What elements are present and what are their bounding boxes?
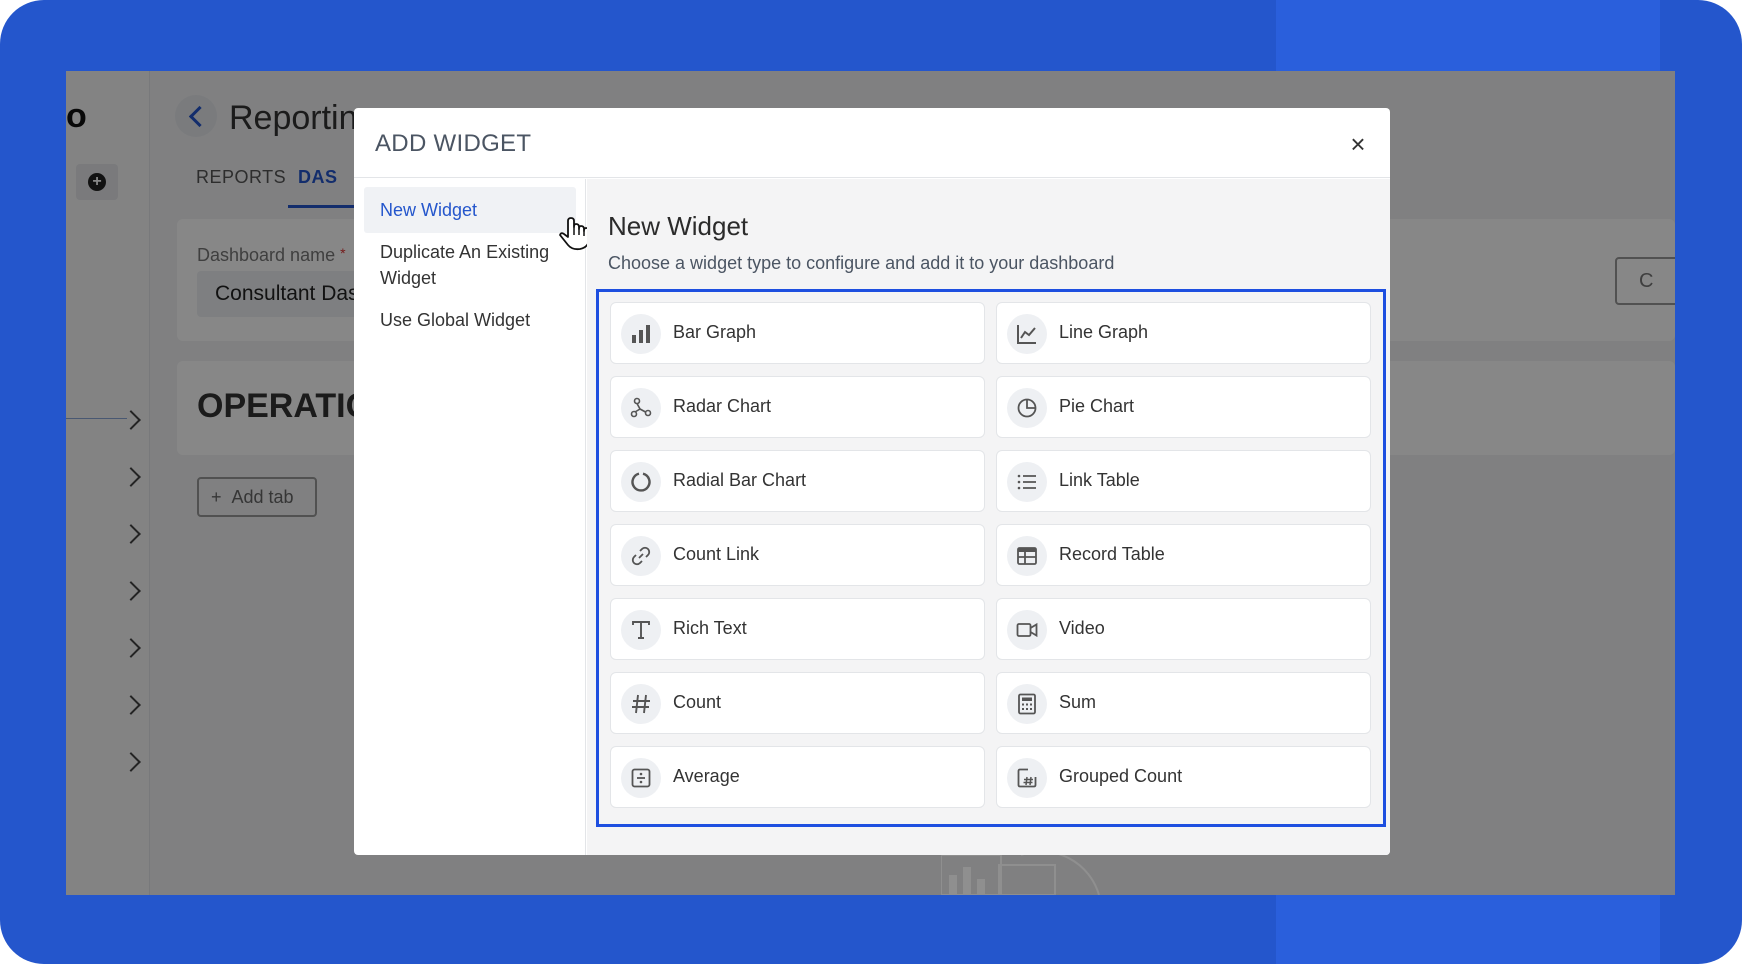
video-icon (1007, 610, 1047, 650)
pie-chart-icon (1007, 388, 1047, 428)
add-widget-modal: ADD WIDGET × New Widget Duplicate An Exi… (354, 108, 1390, 855)
nav-item-duplicate-widget[interactable]: Duplicate An Existing Widget (364, 229, 576, 301)
table-icon (1007, 536, 1047, 576)
widget-pie-chart[interactable]: Pie Chart (996, 376, 1371, 438)
widget-count[interactable]: Count (610, 672, 985, 734)
widget-label: Line Graph (1059, 322, 1149, 342)
widget-label: Video (1059, 618, 1105, 638)
widget-label: Average (673, 766, 740, 786)
widget-sum[interactable]: Sum (996, 672, 1371, 734)
widget-label: Count Link (673, 544, 760, 564)
close-icon[interactable]: × (1344, 130, 1372, 158)
content-subtitle: Choose a widget type to configure and ad… (608, 253, 1115, 273)
modal-content: New Widget Choose a widget type to confi… (587, 179, 1390, 855)
widget-label: Rich Text (673, 618, 747, 638)
list-icon (1007, 462, 1047, 502)
bar-graph-icon (621, 314, 661, 354)
widget-label: Bar Graph (673, 322, 757, 342)
modal-header: ADD WIDGET × (354, 108, 1390, 178)
widget-label: Radial Bar Chart (673, 470, 807, 490)
grouped-count-icon (1007, 758, 1047, 798)
illustration-icon (941, 855, 1100, 895)
widget-link-table[interactable]: Link Table (996, 450, 1371, 512)
widget-line-graph[interactable]: Line Graph (996, 302, 1371, 364)
widget-count-link[interactable]: Count Link (610, 524, 985, 586)
widget-rich-text[interactable]: Rich Text (610, 598, 985, 660)
widget-radial-bar-chart[interactable]: Radial Bar Chart (610, 450, 985, 512)
line-graph-icon (1007, 314, 1047, 354)
content-title: New Widget (608, 211, 749, 241)
radar-chart-icon (621, 388, 661, 428)
widget-label: Count (673, 692, 722, 712)
nav-item-global-widget[interactable]: Use Global Widget (364, 297, 576, 343)
presentation-frame: o + Reportin REPORTS DAS Dashboard name … (0, 0, 1742, 964)
link-icon (621, 536, 661, 576)
widget-bar-graph[interactable]: Bar Graph (610, 302, 985, 364)
widget-record-table[interactable]: Record Table (996, 524, 1371, 586)
widget-video[interactable]: Video (996, 598, 1371, 660)
hash-icon (621, 684, 661, 724)
radial-bar-icon (621, 462, 661, 502)
widget-average[interactable]: Average (610, 746, 985, 808)
widget-label: Pie Chart (1059, 396, 1135, 416)
widget-label: Record Table (1059, 544, 1165, 564)
widget-grouped-count[interactable]: Grouped Count (996, 746, 1371, 808)
calculator-icon (1007, 684, 1047, 724)
widget-label: Radar Chart (673, 396, 772, 416)
modal-nav: New Widget Duplicate An Existing Widget … (354, 179, 590, 855)
widget-label: Sum (1059, 692, 1097, 712)
average-icon (621, 758, 661, 798)
nav-item-new-widget[interactable]: New Widget (364, 187, 576, 233)
widget-label: Link Table (1059, 470, 1140, 490)
modal-title: ADD WIDGET (375, 130, 532, 157)
widget-radar-chart[interactable]: Radar Chart (610, 376, 985, 438)
text-icon (621, 610, 661, 650)
widget-grid-highlight: Bar Graph Line Graph Radar Chart Pie Cha… (596, 289, 1386, 827)
widget-label: Grouped Count (1059, 766, 1183, 786)
